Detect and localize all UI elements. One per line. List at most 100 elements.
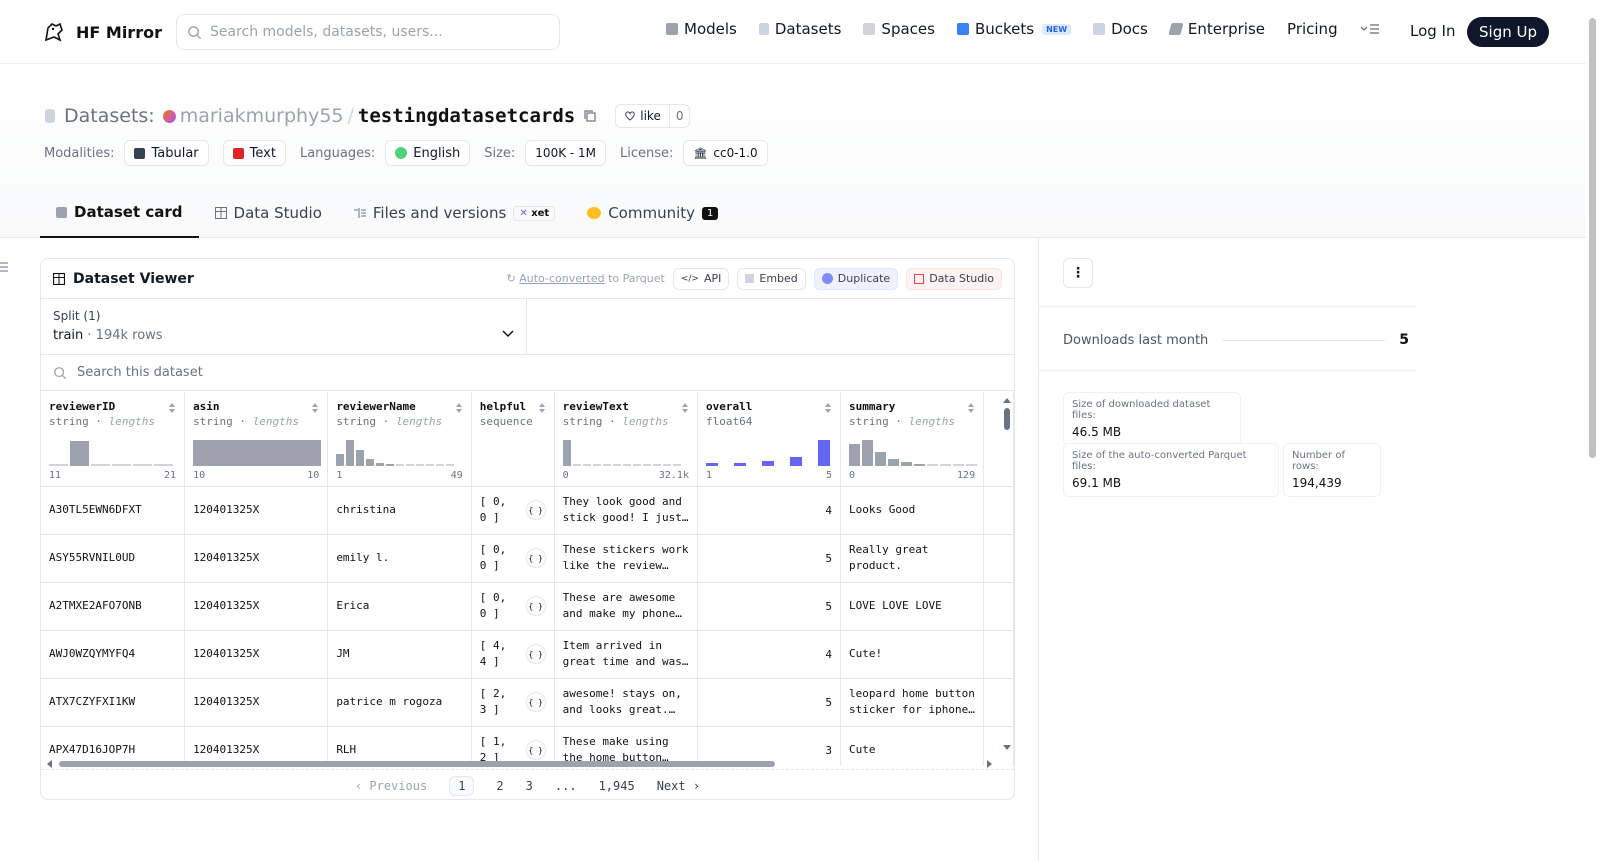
page-3[interactable]: 3 <box>526 779 533 793</box>
histogram-bar[interactable] <box>622 463 631 466</box>
sort-icon[interactable] <box>824 402 832 414</box>
cell-reviewerid[interactable]: AWJ0WZQYMYFQ4 <box>41 630 186 679</box>
cell-reviewername[interactable]: patrice m rogoza <box>327 678 472 727</box>
histogram-bar[interactable] <box>356 449 365 466</box>
histogram-bar[interactable] <box>761 460 774 466</box>
table-row[interactable]: AWJ0WZQYMYFQ4 120401325X JM [ 4, 4 ] { } Item… <box>41 630 1014 679</box>
histogram-bar[interactable] <box>366 458 375 466</box>
histogram-bar[interactable] <box>817 439 830 466</box>
histogram-bar[interactable] <box>193 439 322 466</box>
page-last[interactable]: 1,945 <box>599 779 635 793</box>
histogram-bar[interactable] <box>953 463 964 466</box>
histogram-bar[interactable] <box>862 439 873 466</box>
scroll-down-icon[interactable] <box>1002 744 1012 752</box>
dataset-search-input[interactable] <box>77 365 477 380</box>
cell-asin[interactable]: 120401325X <box>184 486 329 535</box>
tab-community[interactable]: Community 1 <box>571 188 734 238</box>
histogram-bar[interactable] <box>582 463 591 466</box>
previous-page[interactable]: ‹ Previous <box>355 779 427 793</box>
cell-reviewtext[interactable]: They look good and stick good! I just do… <box>554 486 698 535</box>
sort-icon[interactable] <box>168 402 176 414</box>
histogram-bar[interactable] <box>652 463 661 466</box>
histogram-bar[interactable] <box>406 463 415 466</box>
histogram-bar[interactable] <box>940 463 951 466</box>
nav-datasets[interactable]: Datasets <box>758 20 841 38</box>
tab-dataset-card[interactable]: Dataset card <box>40 188 199 238</box>
histogram-bar[interactable] <box>901 461 912 466</box>
histogram-bar[interactable] <box>49 463 68 466</box>
histogram-bar[interactable] <box>875 451 886 466</box>
nav-models[interactable]: Models <box>666 20 737 38</box>
scroll-left-icon[interactable] <box>45 759 53 769</box>
next-page[interactable]: Next › <box>657 779 700 793</box>
table-row[interactable]: A2TMXE2AFO7ONB 120401325X Erica [ 0, 0 ] { }… <box>41 582 1014 631</box>
cell-reviewername[interactable]: Erica <box>327 582 472 631</box>
json-expand-icon[interactable]: { } <box>525 740 546 760</box>
tag-tabular[interactable]: Tabular <box>124 140 209 166</box>
histogram-bar[interactable] <box>70 440 89 466</box>
cell-reviewerid[interactable]: ATX7CZYFXI1KW <box>41 678 186 727</box>
histogram-bar[interactable] <box>642 463 651 466</box>
cell-summary[interactable]: leopard home button sticker for iphone 4… <box>840 678 985 727</box>
cell-summary[interactable]: Cute! <box>840 630 985 679</box>
repo-owner[interactable]: mariakmurphy55 <box>180 105 344 127</box>
column-header-reviewername[interactable]: reviewerName string · lengths 1 49 <box>327 392 472 487</box>
json-expand-icon[interactable]: { } <box>525 692 546 712</box>
json-expand-icon[interactable]: { } <box>525 596 546 616</box>
dataset-search[interactable] <box>41 355 1014 391</box>
scroll-right-icon[interactable] <box>986 759 994 769</box>
page-scroll-thumb[interactable] <box>1589 18 1596 458</box>
cell-reviewername[interactable]: JM <box>327 630 472 679</box>
sort-icon[interactable] <box>311 402 319 414</box>
data-studio-button[interactable]: Data Studio <box>906 267 1002 290</box>
sort-icon[interactable] <box>681 402 689 414</box>
histogram-bar[interactable] <box>396 463 405 466</box>
auto-converted-link[interactable]: Auto-converted <box>519 272 604 285</box>
cell-summary[interactable]: Really great product. <box>840 534 985 583</box>
page-2[interactable]: 2 <box>496 779 503 793</box>
split-selector[interactable]: Split (1) train · 194k rows <box>41 299 527 354</box>
cell-overall[interactable]: 5 <box>697 678 842 727</box>
histogram-bar[interactable] <box>705 462 718 466</box>
histogram-bar[interactable] <box>672 463 681 466</box>
horizontal-scrollbar[interactable] <box>41 759 1014 769</box>
column-header-asin[interactable]: asin string · lengths 10 10 <box>184 392 329 487</box>
nav-spaces[interactable]: Spaces <box>863 20 935 38</box>
histogram-bar[interactable] <box>112 463 131 466</box>
histogram-bar[interactable] <box>572 463 581 466</box>
histogram-bar[interactable] <box>133 463 152 466</box>
cell-reviewerid[interactable]: A2TMXE2AFO7ONB <box>41 582 186 631</box>
histogram-bar[interactable] <box>416 463 425 466</box>
login-link[interactable]: Log In <box>1410 22 1456 40</box>
tag-english[interactable]: English <box>385 140 471 166</box>
nav-pricing[interactable]: Pricing <box>1287 20 1338 38</box>
nav-docs[interactable]: Docs <box>1093 20 1148 38</box>
page-1[interactable]: 1 <box>449 775 475 796</box>
global-search[interactable] <box>176 14 560 50</box>
cell-reviewername[interactable]: emily l. <box>327 534 472 583</box>
histogram-bar[interactable] <box>966 463 977 466</box>
histogram-bar[interactable] <box>632 463 641 466</box>
histogram-bar[interactable] <box>733 462 746 466</box>
histogram-bar[interactable] <box>91 463 110 466</box>
signup-button[interactable]: Sign Up <box>1467 17 1549 47</box>
tag-size[interactable]: 100K - 1M <box>525 140 607 166</box>
embed-button[interactable]: Embed <box>737 267 806 290</box>
cell-asin[interactable]: 120401325X <box>184 678 329 727</box>
json-expand-icon[interactable]: { } <box>525 500 546 520</box>
page-scrollbar[interactable] <box>1586 0 1600 861</box>
cell-asin[interactable]: 120401325X <box>184 582 329 631</box>
sidebar-toggle-icon[interactable] <box>0 262 8 272</box>
cell-overall[interactable]: 5 <box>697 582 842 631</box>
cell-helpful[interactable]: [ 4, 4 ] { } <box>471 630 555 679</box>
histogram-bar[interactable] <box>346 439 355 466</box>
search-input[interactable] <box>210 24 550 40</box>
cell-overall[interactable]: 4 <box>697 630 842 679</box>
table-row[interactable]: ATX7CZYFXI1KW 120401325X patrice m rogoza [… <box>41 678 1014 727</box>
table-row[interactable]: A30TL5EWN6DFXT 120401325X christina [ 0, 0 … <box>41 486 1014 535</box>
histogram-bar[interactable] <box>592 463 601 466</box>
histogram-bar[interactable] <box>914 463 925 466</box>
sort-icon[interactable] <box>455 402 463 414</box>
cell-helpful[interactable]: [ 0, 0 ] { } <box>471 534 555 583</box>
cell-reviewtext[interactable]: Item arrived in great time and was in pe… <box>554 630 698 679</box>
